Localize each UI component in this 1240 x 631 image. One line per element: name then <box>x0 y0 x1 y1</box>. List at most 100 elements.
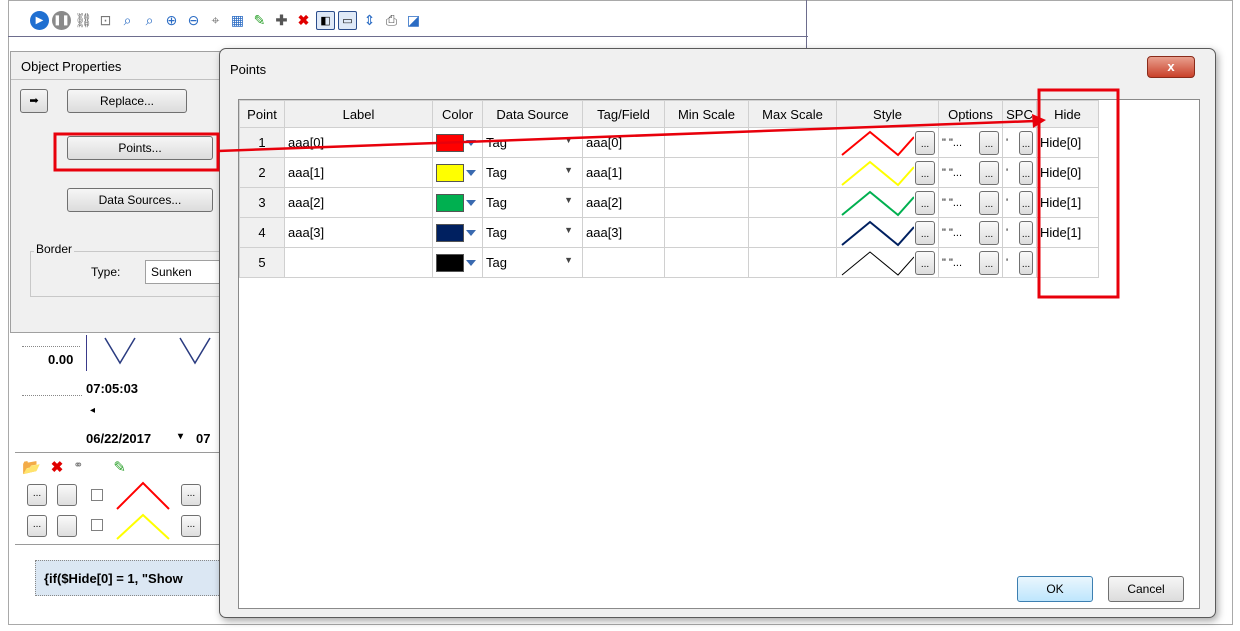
ellipsis-button[interactable]: ... <box>915 250 935 275</box>
label-cell[interactable]: aaa[0] <box>284 127 433 158</box>
options-cell[interactable]: " "...... <box>938 187 1003 218</box>
min-scale-cell[interactable] <box>664 127 749 158</box>
style-cell[interactable]: ... <box>836 187 939 218</box>
column-header-tag-field[interactable]: Tag/Field <box>582 100 665 128</box>
ellipsis-button[interactable]: ... <box>979 130 999 155</box>
hide-cell[interactable]: Hide[1] <box>1036 217 1099 248</box>
table-row[interactable]: 5 Tag ▼... " "...... '... <box>239 247 1099 278</box>
color-swatch[interactable] <box>436 193 464 212</box>
visible-checkbox[interactable] <box>91 519 103 531</box>
color-swatch[interactable] <box>436 253 464 272</box>
delete-icon[interactable]: ✖ <box>294 11 313 30</box>
column-header-color[interactable]: Color <box>432 100 483 128</box>
column-header-hide[interactable]: Hide <box>1036 100 1099 128</box>
split-view-icon[interactable]: ◧ <box>316 10 335 30</box>
min-scale-cell[interactable] <box>664 157 749 188</box>
data-source-cell[interactable]: Tag ▼ <box>482 217 583 248</box>
hide-cell[interactable]: Hide[0] <box>1036 127 1099 158</box>
column-header-max-scale[interactable]: Max Scale <box>748 100 837 128</box>
min-scale-cell[interactable] <box>664 217 749 248</box>
max-scale-cell[interactable] <box>748 247 837 278</box>
scroll-left-icon[interactable]: ◂ <box>90 405 95 416</box>
column-header-label[interactable]: Label <box>284 100 433 128</box>
ellipsis-button[interactable]: ... <box>915 130 935 155</box>
style-cell[interactable]: ... <box>836 247 939 278</box>
table-row[interactable]: 4 aaa[3] Tag ▼ aaa[3]... " "...... '... Hide[1] <box>239 217 1099 248</box>
style-cell[interactable]: ... <box>836 217 939 248</box>
table-row[interactable]: 3 aaa[2] Tag ▼ aaa[2]... " "...... '... Hide[1] <box>239 187 1099 218</box>
zoom-in-icon[interactable]: ⊕ <box>162 11 181 30</box>
options-cell[interactable]: " "...... <box>938 247 1003 278</box>
ellipsis-button[interactable]: ... <box>181 484 201 506</box>
zoom-time-icon[interactable]: ⌕ <box>140 11 159 30</box>
data-source-cell[interactable]: Tag ▼ <box>482 247 583 278</box>
ellipsis-button[interactable]: ... <box>27 484 47 506</box>
spc-cell[interactable]: '... <box>1002 247 1037 278</box>
color-button[interactable] <box>57 515 77 537</box>
chevron-down-icon[interactable]: ▼ <box>564 135 573 150</box>
ok-button[interactable]: OK <box>1017 576 1093 602</box>
label-cell[interactable] <box>284 247 433 278</box>
table-row[interactable]: 2 aaa[1] Tag ▼ aaa[1]... " "...... '... Hide[0] <box>239 157 1099 188</box>
chevron-down-icon[interactable] <box>466 199 476 206</box>
tag-field-cell[interactable]: aaa[1] <box>582 157 665 188</box>
min-scale-cell[interactable] <box>664 247 749 278</box>
chevron-down-icon[interactable] <box>466 259 476 266</box>
visible-checkbox[interactable] <box>91 489 103 501</box>
label-cell[interactable]: aaa[2] <box>284 187 433 218</box>
ellipsis-button[interactable]: ... <box>1019 160 1033 185</box>
tag-field-cell[interactable]: aaa[2] <box>582 187 665 218</box>
folder-icon[interactable]: 📂 <box>22 458 41 476</box>
points-button[interactable]: Points... <box>67 136 213 160</box>
chart-icon[interactable]: ◪ <box>404 11 423 30</box>
color-cell[interactable] <box>432 247 483 278</box>
link-icon[interactable]: ⛓ <box>74 11 93 30</box>
color-button[interactable] <box>57 484 77 506</box>
label-cell[interactable]: aaa[1] <box>284 157 433 188</box>
replace-button[interactable]: Replace... <box>67 89 187 113</box>
type-select[interactable]: Sunken <box>145 260 225 284</box>
spc-cell[interactable]: '... <box>1002 187 1037 218</box>
ellipsis-button[interactable]: ... <box>1019 130 1033 155</box>
spc-cell[interactable]: '... <box>1002 217 1037 248</box>
column-header-spc[interactable]: SPC <box>1002 100 1037 128</box>
data-sources-button[interactable]: Data Sources... <box>67 188 213 212</box>
max-scale-cell[interactable] <box>748 157 837 188</box>
ellipsis-button[interactable]: ... <box>979 190 999 215</box>
ellipsis-button[interactable]: ... <box>979 160 999 185</box>
chevron-down-icon[interactable]: ▼ <box>564 165 573 180</box>
color-cell[interactable] <box>432 127 483 158</box>
color-cell[interactable] <box>432 217 483 248</box>
ellipsis-button[interactable]: ... <box>915 220 935 245</box>
spc-cell[interactable]: '... <box>1002 157 1037 188</box>
column-header-point[interactable]: Point <box>239 100 285 128</box>
ellipsis-button[interactable]: ... <box>915 190 935 215</box>
delete-icon[interactable]: ✖ <box>51 458 64 476</box>
hide-cell[interactable]: Hide[0] <box>1036 157 1099 188</box>
panel-view-icon[interactable]: ▭ <box>338 10 357 30</box>
hide-cell[interactable] <box>1036 247 1099 278</box>
spc-cell[interactable]: '... <box>1002 127 1037 158</box>
column-header-style[interactable]: Style <box>836 100 939 128</box>
data-source-cell[interactable]: Tag ▼ <box>482 157 583 188</box>
tag-field-cell[interactable]: aaa[3] <box>582 217 665 248</box>
table-icon[interactable]: ▦ <box>228 11 247 30</box>
ellipsis-button[interactable]: ... <box>1019 250 1033 275</box>
max-scale-cell[interactable] <box>748 187 837 218</box>
color-swatch[interactable] <box>436 133 464 152</box>
column-header-min-scale[interactable]: Min Scale <box>664 100 749 128</box>
options-cell[interactable]: " "...... <box>938 157 1003 188</box>
ellipsis-button[interactable]: ... <box>1019 220 1033 245</box>
arrow-icon[interactable]: ➡ <box>20 89 48 113</box>
chevron-down-icon[interactable]: ▼ <box>564 195 573 210</box>
print-icon[interactable]: ⎙ <box>382 11 401 30</box>
ellipsis-button[interactable]: ... <box>979 250 999 275</box>
label-cell[interactable]: aaa[3] <box>284 217 433 248</box>
link-icon[interactable]: ⚭ <box>73 458 83 476</box>
ellipsis-button[interactable]: ... <box>181 515 201 537</box>
zoom-out-icon[interactable]: ⊖ <box>184 11 203 30</box>
options-cell[interactable]: " "...... <box>938 127 1003 158</box>
color-cell[interactable] <box>432 157 483 188</box>
edit-icon[interactable]: ✎ <box>250 11 269 30</box>
options-cell[interactable]: " "...... <box>938 217 1003 248</box>
